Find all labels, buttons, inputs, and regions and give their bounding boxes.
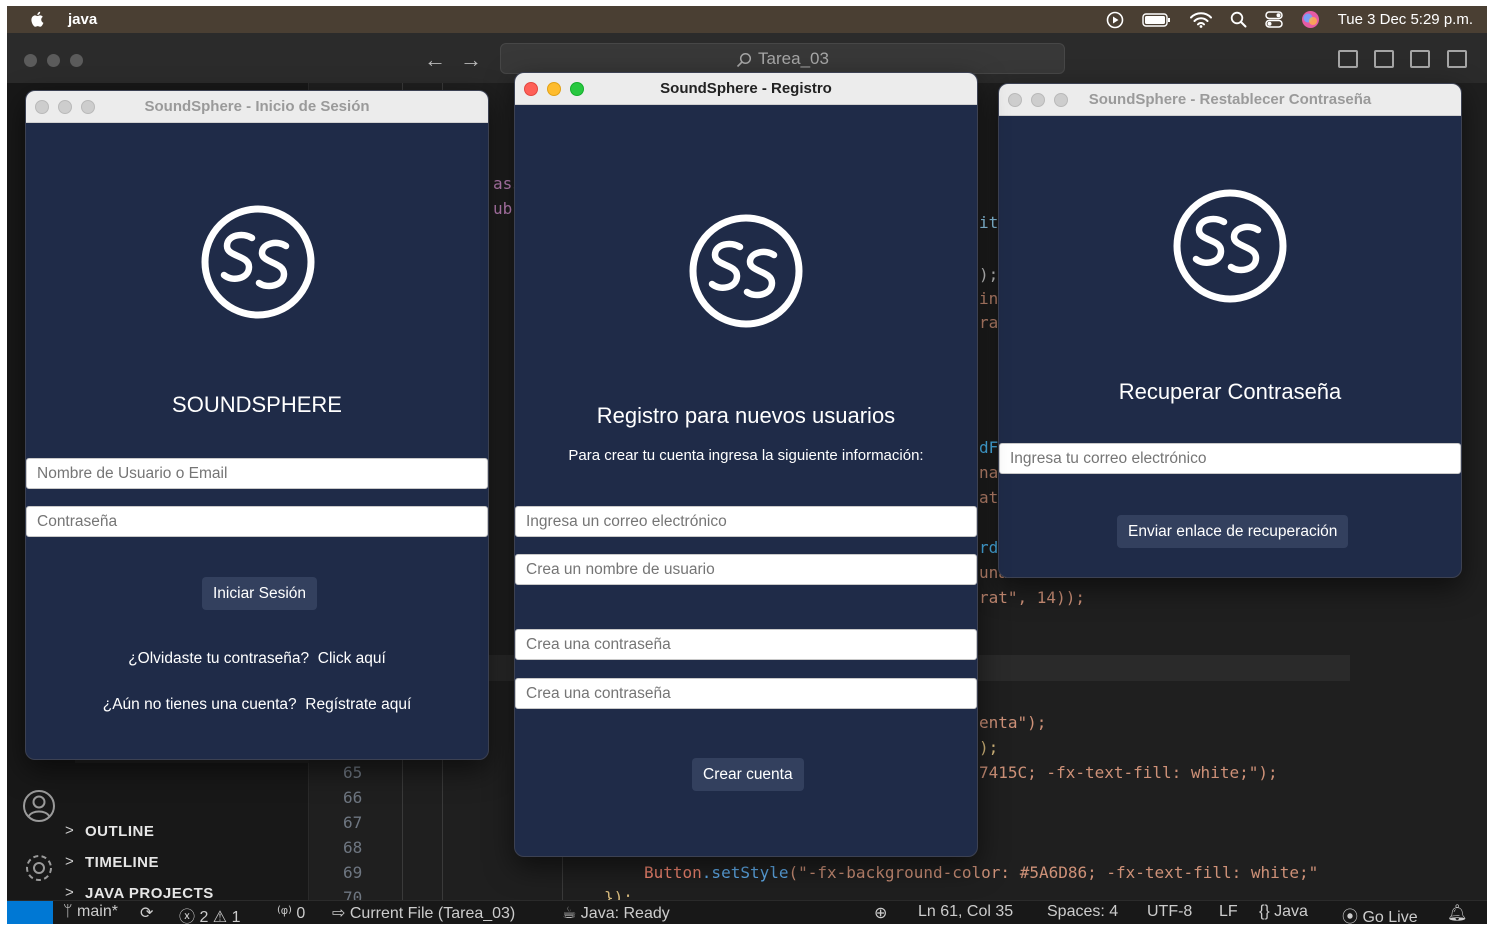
language-mode[interactable]: {} Java [1259,903,1308,921]
git-branch[interactable]: ᛘ main* [63,903,118,921]
braces-icon: {} [1259,903,1275,920]
control-center-icon[interactable] [1264,11,1283,28]
login-button[interactable]: Iniciar Sesión [202,577,318,610]
reset-password-window: SoundSphere - Restablecer Contraseña Rec… [998,83,1462,578]
code-fragment: ); [979,738,999,757]
menu-bar: java Tue 3 Dec 5:29 p.m. [7,6,1487,33]
broadcast-icon: ⦿ [1342,909,1363,924]
status-bar: ᛘ main* ⟳ ⓧ 2 ⚠ 1 ⁽ᵠ⁾ 0 ⇨ Current File (… [7,900,1487,924]
wifi-icon[interactable] [1189,11,1212,28]
zoom-icon[interactable]: ⊕ [874,903,887,923]
line-number: 67 [343,813,363,832]
warning-icon: ⚠ [208,909,232,924]
login-window: SoundSphere - Inicio de Sesión SOUNDSPHE… [25,90,489,760]
toggle-panel-icon[interactable] [1374,50,1394,68]
chevron-right-icon: > [65,884,75,901]
menu-bar-clock[interactable]: Tue 3 Dec 5:29 p.m. [1338,11,1473,28]
desktop-screen: java Tue 3 Dec 5:29 p.m. ← → Tarea_03 > … [7,6,1487,924]
code-fragment: ); [979,265,999,284]
app-heading: SOUNDSPHERE [172,392,342,417]
spotlight-search-icon[interactable] [1230,11,1247,28]
chevron-right-icon: > [65,822,75,839]
forgot-password-link[interactable]: Click aquí [318,650,386,667]
new-password-input[interactable] [515,629,977,660]
ports-indicator[interactable]: ⁽ᵠ⁾ 0 [277,903,305,923]
confirm-password-input[interactable] [515,678,977,709]
code-fragment: enta"); [979,713,1047,732]
forward-arrow-icon[interactable]: → [460,47,482,73]
register-window: SoundSphere - Registro Registro para nue… [514,72,978,857]
zoom-window-button[interactable] [70,54,83,67]
register-line: ¿Aún no tienes una cuenta? Regístrate aq… [102,696,412,713]
reset-heading: Recuperar Contraseña [1118,379,1342,404]
line-number: 68 [343,838,363,857]
line-number: 66 [343,788,363,807]
code-fragment: 7415C; -fx-text-fill: white;"); [979,763,1278,782]
notifications-bell-icon[interactable]: 🔔︎ [1447,903,1467,923]
login-titlebar: SoundSphere - Inicio de Sesión [26,91,488,123]
code-fragment: rat", 14)); [979,588,1085,607]
code-fragment: ub [493,199,513,218]
new-username-input[interactable] [515,554,977,585]
minimize-window-button[interactable] [47,54,60,67]
indentation[interactable]: Spaces: 4 [1047,903,1118,921]
line-number: 69 [343,863,363,882]
soundsphere-logo-icon [689,214,803,328]
create-account-button[interactable]: Crear cuenta [692,758,804,791]
window-title: SoundSphere - Registro [660,80,832,97]
outline-section[interactable]: > OUTLINE [65,822,154,840]
reset-titlebar: SoundSphere - Restablecer Contraseña [999,84,1461,116]
play-circle-icon[interactable] [1106,11,1124,29]
register-heading: Registro para nuevos usuarios [596,403,896,428]
password-input[interactable] [26,506,488,537]
apple-logo-icon[interactable] [29,10,47,28]
register-titlebar: SoundSphere - Registro [515,73,977,105]
code-fragment: in [979,289,999,308]
register-subheading: Para crear tu cuenta ingresa la siguient… [568,447,924,464]
battery-icon[interactable] [1141,12,1172,27]
soundsphere-logo-icon [1173,189,1287,303]
window-title: SoundSphere - Inicio de Sesión [144,98,370,115]
command-center-search[interactable]: Tarea_03 [500,43,1065,74]
register-link[interactable]: Regístrate aquí [305,696,411,713]
siri-icon[interactable] [1301,10,1320,29]
command-center-text: Tarea_03 [758,49,829,68]
customize-layout-icon[interactable] [1447,50,1467,68]
timeline-section[interactable]: > TIMELINE [65,853,159,871]
email-input[interactable] [515,506,977,537]
line-number: 65 [343,763,363,782]
close-window-button[interactable] [24,54,37,67]
problems-indicator[interactable]: ⓧ 2 ⚠ 1 [179,903,241,924]
error-icon: ⓧ [179,909,200,924]
send-recovery-link-button[interactable]: Enviar enlace de recuperación [1117,515,1349,548]
soundsphere-logo-icon [201,205,315,319]
toggle-secondary-sidebar-icon[interactable] [1410,50,1430,68]
recovery-email-input[interactable] [999,443,1461,474]
go-live-button[interactable]: ⦿ Go Live [1342,903,1418,924]
sync-icon[interactable]: ⟳ [140,903,153,923]
run-icon: ⇨ [332,905,350,922]
active-app-name[interactable]: java [68,11,97,28]
code-fragment: it [979,213,999,232]
window-title: SoundSphere - Restablecer Contraseña [1088,91,1372,108]
line-ending[interactable]: LF [1219,903,1238,921]
toggle-primary-sidebar-icon[interactable] [1338,50,1358,68]
username-input[interactable] [26,458,488,489]
coffee-icon: ☕ [562,905,581,922]
search-icon [736,52,752,67]
remote-indicator-icon[interactable] [7,901,53,924]
encoding[interactable]: UTF-8 [1147,903,1192,921]
broadcast-icon: ⁽ᵠ⁾ [277,905,297,922]
chevron-right-icon: > [65,853,75,870]
java-status[interactable]: ☕ Java: Ready [562,903,670,923]
run-current-file[interactable]: ⇨ Current File (Tarea_03) [332,903,515,923]
forgot-password-line: ¿Olvidaste tu contraseña? Click aquí [128,650,386,667]
code-fragment: na [979,463,999,482]
cursor-position[interactable]: Ln 61, Col 35 [918,903,1013,921]
code-line-setstyle: Button.setStyle("-fx-background-color: #… [644,863,1319,882]
branch-icon: ᛘ [63,903,78,920]
back-arrow-icon[interactable]: ← [424,47,446,73]
settings-gear-icon[interactable] [22,851,56,885]
account-icon[interactable] [22,789,56,823]
